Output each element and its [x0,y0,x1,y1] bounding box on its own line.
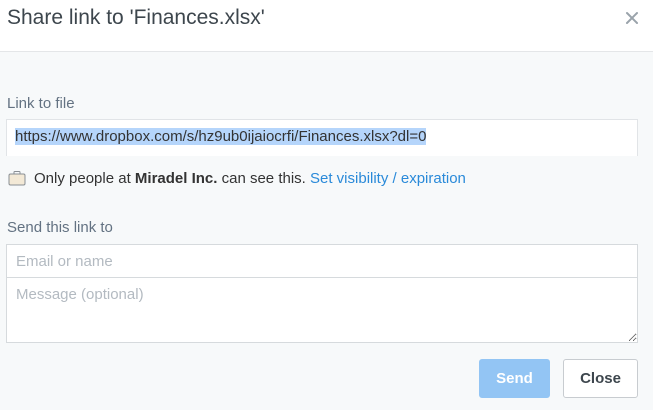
dialog-title: Share link to 'Finances.xlsx' [7,6,265,29]
organization-name: Miradel Inc. [134,169,218,187]
send-link-label: Send this link to [7,219,113,236]
close-icon[interactable] [623,9,641,27]
link-url-field[interactable]: https://www.dropbox.com/s/hz9ub0ijaiocrf… [6,119,638,156]
dialog-header: Share link to 'Finances.xlsx' [0,0,653,52]
close-button[interactable]: Close [563,359,638,398]
visibility-suffix: can see this. [221,169,306,187]
email-or-name-input[interactable] [6,244,638,278]
visibility-prefix: Only people at [34,169,131,187]
message-textarea[interactable] [6,277,638,343]
link-url-text[interactable]: https://www.dropbox.com/s/hz9ub0ijaiocrf… [15,128,427,145]
share-link-dialog: Share link to 'Finances.xlsx' Link to fi… [0,0,653,410]
visibility-info: Only people at Miradel Inc. can see this… [8,168,466,188]
link-to-file-label: Link to file [7,95,75,112]
set-visibility-link[interactable]: Set visibility / expiration [310,170,466,187]
send-button[interactable]: Send [479,359,550,398]
briefcase-icon [8,171,26,186]
